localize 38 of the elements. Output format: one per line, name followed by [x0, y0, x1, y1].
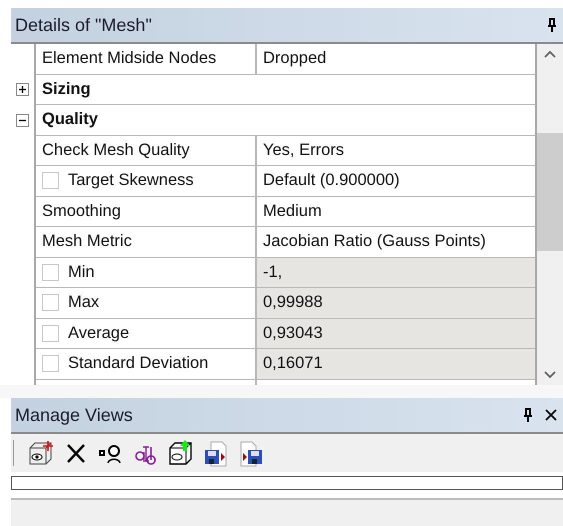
property-value[interactable]: Yes, Errors: [257, 136, 535, 165]
scroll-thumb[interactable]: [537, 133, 563, 251]
property-value[interactable]: 0,93043: [257, 318, 535, 348]
scroll-down-icon[interactable]: [544, 371, 556, 379]
group-header[interactable]: Sizing: [36, 74, 535, 104]
checkbox[interactable]: [42, 264, 59, 281]
close-icon[interactable]: [545, 409, 557, 421]
panel-title: Manage Views: [15, 404, 134, 426]
scrollbar[interactable]: [537, 44, 563, 385]
property-value[interactable]: Default (0.900000): [257, 166, 535, 196]
checkbox[interactable]: [42, 355, 59, 372]
property-name: Mesh Metric: [42, 232, 132, 252]
pin-icon[interactable]: [523, 408, 533, 422]
property-name: Target Skewness: [68, 171, 194, 190]
property-name: Standard Deviation: [68, 354, 208, 374]
group-header[interactable]: Quality: [36, 105, 535, 134]
collapse-icon[interactable]: [16, 114, 29, 127]
expand-icon[interactable]: [16, 83, 29, 96]
checkbox[interactable]: [42, 324, 59, 342]
checkbox[interactable]: [42, 172, 59, 190]
property-value[interactable]: 0,99988: [257, 288, 535, 318]
pin-icon[interactable]: [547, 18, 557, 32]
property-name: Element Midside Nodes: [42, 49, 216, 68]
scroll-up-icon[interactable]: [544, 50, 556, 58]
property-value[interactable]: -1,: [257, 258, 535, 287]
property-name: Max: [68, 293, 100, 312]
property-value[interactable]: Medium: [257, 196, 535, 226]
property-name: Average: [68, 324, 130, 343]
checkbox[interactable]: [42, 294, 59, 312]
property-value[interactable]: 0,16071: [257, 349, 535, 378]
property-name: Check Mesh Quality: [42, 140, 190, 160]
property-value[interactable]: Jacobian Ratio (Gauss Points): [257, 227, 535, 256]
property-name: Min: [68, 262, 95, 282]
views-list[interactable]: [11, 476, 563, 490]
panel-title: Details of "Mesh": [15, 14, 153, 36]
box-plus-icon[interactable]: [27, 439, 55, 467]
property-value[interactable]: Dropped: [257, 44, 535, 74]
property-name: Smoothing: [42, 202, 121, 221]
